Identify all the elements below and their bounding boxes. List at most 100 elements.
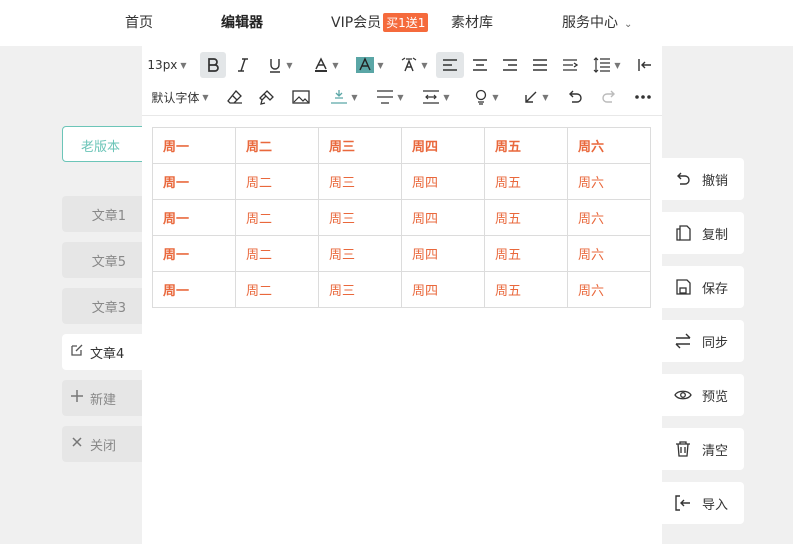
exit-button[interactable] (632, 52, 658, 78)
nav-vip[interactable]: VIP会员 买1送1 (331, 12, 429, 32)
nav-material[interactable]: 素材库 (451, 12, 493, 32)
undo-label: 撤销 (702, 173, 729, 189)
table-cell[interactable]: 周五 (484, 163, 568, 200)
table-cell[interactable]: 周四 (401, 271, 485, 308)
table-cell[interactable]: 周一 (152, 199, 236, 236)
image-icon (292, 90, 310, 104)
underline-button[interactable]: ▼ (260, 52, 300, 78)
sync-label: 同步 (702, 335, 729, 351)
table-cell[interactable]: 周六 (567, 235, 651, 272)
table-cell[interactable]: 周二 (235, 163, 319, 200)
nav-editor[interactable]: 编辑器 (221, 12, 263, 32)
table-cell[interactable]: 周五 (484, 199, 568, 236)
font-size-select[interactable]: 13px ▼ (147, 52, 187, 78)
divider-button[interactable]: ▼ (370, 84, 410, 110)
tips-button[interactable]: ▼ (466, 84, 506, 110)
indent-button[interactable] (556, 52, 584, 78)
redo-icon (602, 90, 615, 103)
clear-label: 清空 (702, 443, 729, 459)
old-version-button[interactable]: 老版本 (62, 126, 146, 162)
table-cell[interactable]: 周三 (318, 163, 402, 200)
new-article-button[interactable]: 新建 (62, 380, 146, 416)
align-center-icon (473, 59, 487, 71)
text-effect-icon (402, 57, 417, 72)
table-cell[interactable]: 周三 (318, 271, 402, 308)
spacing-icon (331, 90, 348, 104)
align-center-button[interactable] (466, 52, 494, 78)
font-color-button[interactable]: ▼ (306, 52, 346, 78)
article-tab[interactable]: 文章5 (62, 242, 146, 278)
clear-button[interactable]: 清空 (662, 428, 744, 470)
chevron-down-icon: ▼ (180, 60, 187, 70)
clear-format-button[interactable]: ▼ (394, 52, 434, 78)
arrow-button[interactable]: ▼ (516, 84, 556, 110)
bold-button[interactable] (200, 52, 226, 78)
format-painter-button[interactable] (254, 84, 280, 110)
close-label: 关闭 (90, 439, 117, 454)
chevron-down-icon: ⌄ (624, 19, 633, 30)
eraser-button[interactable] (222, 84, 248, 110)
table-cell[interactable]: 周六 (567, 199, 651, 236)
align-left-button[interactable] (436, 52, 464, 78)
save-icon (676, 279, 691, 295)
italic-button[interactable] (230, 52, 256, 78)
copy-button[interactable]: 复制 (662, 212, 744, 254)
table-cell[interactable]: 周四 (401, 235, 485, 272)
table-cell[interactable]: 周四 (401, 199, 485, 236)
save-button[interactable]: 保存 (662, 266, 744, 308)
content-table[interactable]: 周一 周二 周三 周四 周五 周六 周一 周二 周三 周四 周五 周六 周一 周… (152, 127, 651, 308)
table-cell[interactable]: 周五 (484, 271, 568, 308)
table-row: 周一 周二 周三 周四 周五 周六 (152, 235, 651, 272)
table-cell[interactable]: 周六 (567, 271, 651, 308)
table-cell[interactable]: 周三 (318, 199, 402, 236)
redo-toolbar-button[interactable] (596, 84, 622, 110)
article-tab-current[interactable]: 文章4 (62, 334, 146, 370)
nav-service[interactable]: 服务中心 ⌄ (562, 12, 632, 32)
table-cell[interactable]: 周四 (401, 127, 485, 164)
justify-button[interactable] (526, 52, 554, 78)
import-button[interactable]: 导入 (662, 482, 744, 524)
table-cell[interactable]: 周三 (318, 235, 402, 272)
table-cell[interactable]: 周二 (235, 127, 319, 164)
table-cell[interactable]: 周三 (318, 127, 402, 164)
align-right-button[interactable] (496, 52, 524, 78)
article-tab[interactable]: 文章1 (62, 196, 146, 232)
table-cell[interactable]: 周五 (484, 235, 568, 272)
preview-button[interactable]: 预览 (662, 374, 744, 416)
insert-image-button[interactable] (288, 84, 314, 110)
margin-button[interactable]: ▼ (416, 84, 456, 110)
sync-button[interactable]: 同步 (662, 320, 744, 362)
chevron-down-icon: ▼ (377, 60, 384, 70)
undo-toolbar-button[interactable] (562, 84, 588, 110)
undo-button[interactable]: 撤销 (662, 158, 744, 200)
underline-icon (270, 59, 281, 73)
nav-home[interactable]: 首页 (125, 12, 153, 32)
lightbulb-icon (476, 89, 487, 105)
editor-panel: 13px ▼ ▼ ▼ ▼ ▼ ▼ 默认字体 ▼ ▼ ▼ ▼ ▼ ▼ 周一 周二 周三… (142, 46, 662, 544)
plus-icon (71, 390, 83, 402)
table-cell[interactable]: 周六 (567, 163, 651, 200)
table-cell[interactable]: 周二 (235, 271, 319, 308)
table-cell[interactable]: 周一 (152, 271, 236, 308)
table-cell[interactable]: 周五 (484, 127, 568, 164)
table-cell[interactable]: 周四 (401, 163, 485, 200)
highlight-color-button[interactable]: ▼ (350, 52, 390, 78)
bold-icon (208, 58, 219, 72)
close-article-button[interactable]: 关闭 (62, 426, 146, 462)
paragraph-spacing-button[interactable]: ▼ (324, 84, 364, 110)
line-height-button[interactable]: ▼ (588, 52, 626, 78)
table-cell[interactable]: 周二 (235, 199, 319, 236)
table-row: 周一 周二 周三 周四 周五 周六 (152, 127, 651, 164)
article-tab[interactable]: 文章3 (62, 288, 146, 324)
font-family-select[interactable]: 默认字体 ▼ (148, 84, 212, 110)
chevron-down-icon: ▼ (421, 60, 428, 70)
eye-icon (674, 390, 692, 400)
copy-icon (676, 225, 691, 241)
table-cell[interactable]: 周六 (567, 127, 651, 164)
table-cell[interactable]: 周一 (152, 163, 236, 200)
table-cell[interactable]: 周一 (152, 235, 236, 272)
table-cell[interactable]: 周一 (152, 127, 236, 164)
table-cell[interactable]: 周二 (235, 235, 319, 272)
more-button[interactable] (630, 84, 656, 110)
chevron-down-icon: ▼ (492, 92, 499, 102)
